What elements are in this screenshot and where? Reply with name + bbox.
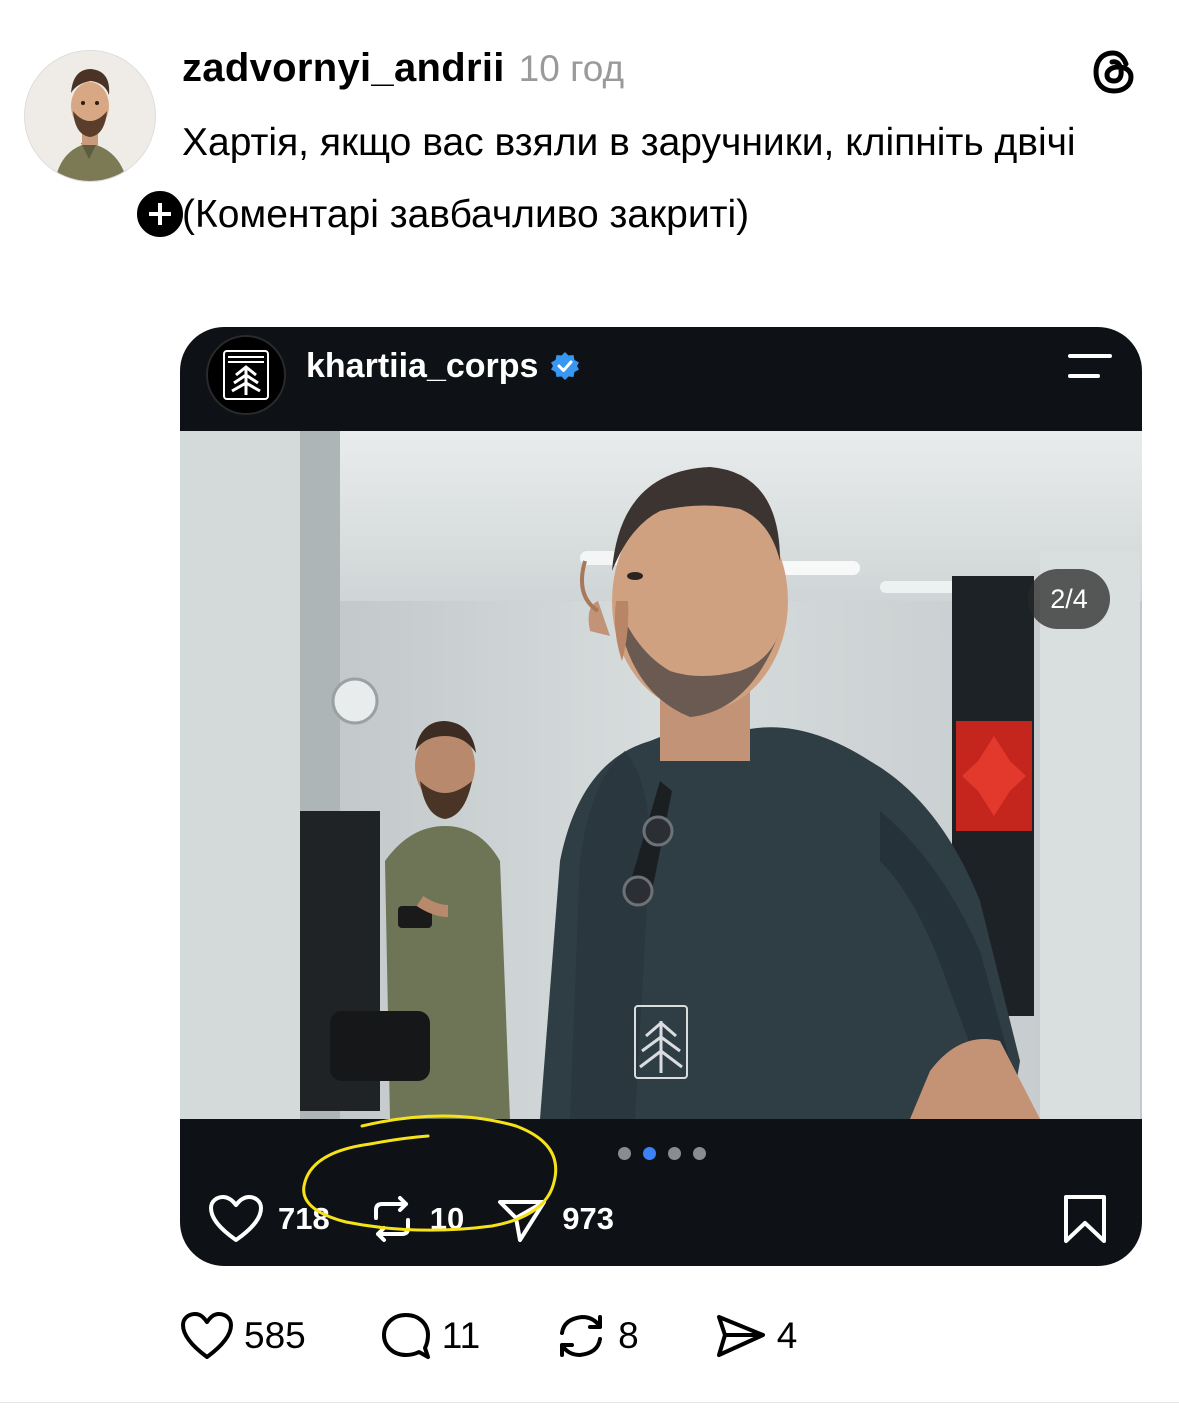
embed-account-name[interactable]: khartiia_corps <box>306 347 538 386</box>
post-action-bar: 585 11 8 4 <box>180 1306 797 1366</box>
slide-counter: 2/4 <box>1028 569 1110 629</box>
comment-icon <box>381 1313 430 1359</box>
embed-share-button[interactable]: 973 <box>496 1194 614 1244</box>
carousel-dot[interactable] <box>618 1147 631 1160</box>
avatar-portrait <box>25 51 155 181</box>
heart-icon <box>209 1195 263 1242</box>
like-count: 585 <box>244 1315 306 1356</box>
post-text-line1: Хартія, якщо вас взяли в заручники, кліп… <box>182 121 1076 164</box>
threads-logo-icon[interactable] <box>1088 46 1140 98</box>
photo-scene <box>180 431 1142 1119</box>
bookmark-icon[interactable] <box>1062 1193 1108 1245</box>
embed-repost-button[interactable]: 10 <box>368 1194 464 1244</box>
embed-share-count: 973 <box>562 1201 614 1236</box>
embedded-post-image[interactable]: khartiia_corps 2/4 718 10 973 <box>180 327 1142 1266</box>
embed-repost-count: 10 <box>429 1201 465 1236</box>
carousel-photo[interactable]: 2/4 <box>180 431 1142 1119</box>
share-count: 4 <box>776 1315 798 1356</box>
share-button[interactable]: 4 <box>713 1311 798 1361</box>
embed-action-bar: 718 10 973 <box>208 1189 614 1249</box>
carousel-dot-active[interactable] <box>643 1147 656 1160</box>
post-body: Хартія, якщо вас взяли в заручники, кліп… <box>182 112 1152 246</box>
khartiia-logo[interactable] <box>206 335 286 415</box>
verified-badge-icon <box>551 352 579 380</box>
carousel-dot[interactable] <box>668 1147 681 1160</box>
repost-icon <box>373 1196 410 1242</box>
avatar[interactable] <box>24 50 156 182</box>
khartiia-emblem-icon <box>223 350 269 400</box>
divider <box>0 1402 1179 1403</box>
heart-icon <box>181 1312 233 1359</box>
carousel-dots <box>618 1147 706 1160</box>
author-avatar-wrap[interactable] <box>24 50 188 242</box>
comment-count: 11 <box>441 1315 481 1356</box>
comment-button[interactable]: 11 <box>380 1311 480 1361</box>
post-timestamp: 10 год <box>518 48 625 89</box>
send-icon <box>498 1200 547 1242</box>
send-icon <box>716 1315 765 1357</box>
author-username[interactable]: zadvornyi_andrii <box>182 46 505 91</box>
like-button[interactable]: 585 <box>180 1311 306 1361</box>
embed-header: khartiia_corps <box>180 327 1142 431</box>
repost-button[interactable]: 8 <box>554 1311 639 1361</box>
post-header: zadvornyi_andrii 10 год <box>182 46 624 96</box>
embed-like-button[interactable]: 718 <box>208 1194 330 1244</box>
embed-like-count: 718 <box>278 1201 330 1236</box>
plus-icon <box>149 203 171 225</box>
menu-icon[interactable] <box>1066 351 1114 381</box>
post-text-line2: (Коментарі завбачливо закриті) <box>182 193 750 236</box>
carousel-dot[interactable] <box>693 1147 706 1160</box>
repost-count: 8 <box>618 1315 639 1356</box>
repost-icon <box>560 1315 603 1357</box>
follow-button[interactable] <box>132 186 188 242</box>
